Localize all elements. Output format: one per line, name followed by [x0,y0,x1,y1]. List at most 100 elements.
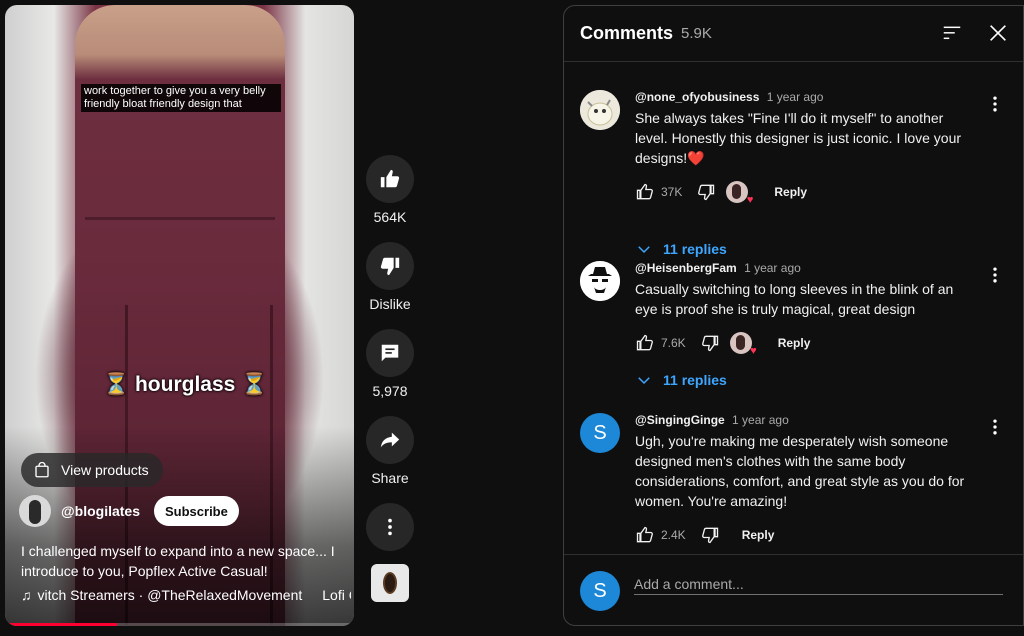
comment-avatar[interactable] [580,261,620,301]
ghost-avatar-icon [580,90,620,130]
reply-button[interactable]: Reply [774,185,807,199]
replies-label: 11 replies [663,372,727,388]
sort-icon [943,26,961,40]
share-arrow-icon [380,432,400,448]
thumbs-down-outline-icon[interactable] [696,182,716,202]
comment-toolbar: 2.4K Reply [635,523,977,547]
comment-avatar[interactable]: S [580,413,620,453]
comment-text: Casually switching to long sleeves in th… [635,281,954,317]
close-comments-button[interactable] [987,22,1009,49]
comment-toolbar: 7.6K ♥ Reply [635,331,977,357]
heisenberg-avatar-icon [580,261,620,301]
thumbs-up-outline-icon[interactable] [635,525,655,545]
share-label: Share [371,470,409,486]
sound-thumbnail[interactable] [371,564,409,602]
video-description[interactable]: I challenged myself to expand into a new… [21,541,341,581]
music-row[interactable]: ♫ vitch Streamers · @TheRelaxedMovement … [21,587,351,603]
comment-meta: @none_ofyobusiness 1 year ago [635,90,977,104]
comment-avatar[interactable] [580,90,620,130]
more-options-button[interactable] [366,503,414,551]
chevron-down-icon [638,377,650,385]
more-vert-icon [993,419,997,435]
more-vert-icon [388,518,392,536]
more-action [366,503,414,551]
shopping-bag-icon [35,461,49,478]
comments-action: 5,978 [366,329,414,399]
comments-title: Comments [580,23,674,43]
comment-text: Ugh, you're making me desperately wish s… [635,433,965,509]
user-avatar[interactable]: S [580,571,620,611]
more-vert-icon [993,96,997,112]
add-comment-input[interactable] [634,573,1003,595]
comment-toolbar: 37K ♥ Reply [635,180,977,206]
share-action: Share [366,416,414,486]
comment-time[interactable]: 1 year ago [732,413,789,427]
comment-meta: @HeisenbergFam 1 year ago [635,261,977,275]
dislike-action: Dislike [366,242,414,312]
dislike-label: Dislike [369,296,411,312]
comment-time[interactable]: 1 year ago [744,261,801,275]
comment-more-button[interactable] [985,94,1005,119]
add-comment-bar: S [564,554,1023,625]
thumbs-up-icon [380,169,400,188]
comment-body: @HeisenbergFam 1 year ago Casually switc… [635,261,977,357]
music-title: vitch Streamers · @TheRelaxedMovement [37,587,303,603]
comment-meta: @SingingGinge 1 year ago [635,413,977,427]
view-replies-button[interactable]: 11 replies [635,371,727,389]
sound-disc-icon [383,572,397,594]
comment-author[interactable]: @none_ofyobusiness [635,90,759,104]
dislike-button[interactable] [366,242,414,290]
thumbs-down-outline-icon[interactable] [700,333,720,353]
video-frame-detail [85,217,275,220]
video-caption-overlay: ⏳ hourglass ⏳ [103,373,268,396]
creator-heart-badge: ♥ [729,332,757,357]
comments-header: Comments 5.9K [564,6,1023,62]
comment-more-button[interactable] [985,265,1005,290]
comment-author[interactable]: @SingingGinge [635,413,725,427]
view-replies-button[interactable]: 11 replies [635,240,727,258]
close-icon [990,25,1006,41]
comments-list: @none_ofyobusiness 1 year ago She always… [564,63,1023,556]
shorts-video-player[interactable]: work together to give you a very belly f… [5,5,354,626]
sort-button[interactable] [941,22,963,49]
comment-more-button[interactable] [985,417,1005,442]
comment-like-count: 37K [661,185,683,199]
video-progress-bar[interactable] [5,623,354,626]
replies-label: 11 replies [663,241,727,257]
comment-time[interactable]: 1 year ago [767,90,824,104]
action-column: 564K Dislike 5,978 Share [366,155,414,568]
reply-button[interactable]: Reply [742,528,775,542]
comments-panel: Comments 5.9K @none_ofyobusiness 1 year … [563,5,1024,626]
channel-name[interactable]: @blogilates [61,503,140,519]
share-button[interactable] [366,416,414,464]
channel-row: @blogilates Subscribe [19,495,239,527]
like-count: 564K [373,209,407,225]
subscribe-button[interactable]: Subscribe [154,496,239,526]
comment-body: @SingingGinge 1 year ago Ugh, you're mak… [635,413,977,547]
comments-count-header: 5.9K [681,25,712,42]
music-note-icon: ♫ [21,587,32,603]
comment-icon [381,344,399,362]
thumbs-down-icon [380,257,400,276]
like-button[interactable] [366,155,414,203]
view-products-label: View products [61,462,149,478]
like-action: 564K [366,155,414,225]
comments-count: 5,978 [372,383,408,399]
comment-body: @none_ofyobusiness 1 year ago She always… [635,90,977,206]
creator-heart-badge: ♥ [726,181,753,206]
chevron-down-icon [638,246,650,254]
comment-text: She always takes "Fine I'll do it myself… [635,110,962,166]
thumbs-up-outline-icon[interactable] [635,182,655,202]
more-vert-icon [993,267,997,283]
comment-like-count: 7.6K [661,336,686,350]
thumbs-down-outline-icon[interactable] [700,525,720,545]
heart-icon: ♥ [746,194,754,206]
video-progress-fill [5,623,117,626]
view-products-button[interactable]: View products [21,453,163,487]
video-caption-top: work together to give you a very belly f… [81,84,281,112]
comments-button[interactable] [366,329,414,377]
channel-avatar[interactable] [19,495,51,527]
reply-button[interactable]: Reply [778,336,811,350]
comment-author[interactable]: @HeisenbergFam [635,261,737,275]
thumbs-up-outline-icon[interactable] [635,333,655,353]
